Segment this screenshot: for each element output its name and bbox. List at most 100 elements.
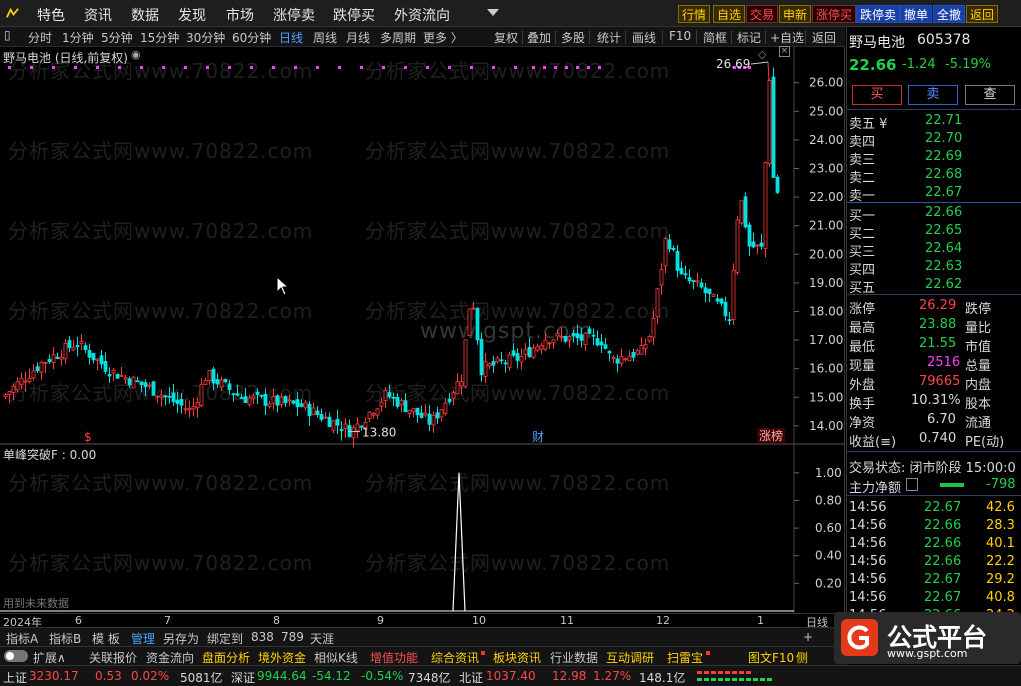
checkbox[interactable] [906,478,918,491]
period-daily[interactable]: 日线 [279,29,303,46]
chart-svg[interactable]: 14.00 15.00 16.00 17.00 18.00 19.00 20.00 21.00… [0,47,845,613]
index-label[interactable]: 上证 [3,669,27,686]
menu-item[interactable]: 涨停卖 [273,5,315,25]
close-icon[interactable]: × [779,46,790,57]
ext-premium[interactable]: 增值功能 [370,649,418,666]
watchlist-button[interactable]: 自选 [713,5,746,23]
menu-item[interactable]: 跌停买 [333,5,375,25]
tab-789[interactable]: 789 [281,630,304,644]
bid-row[interactable]: 买一 22.66 [847,204,1021,224]
ext-market-analysis[interactable]: 盘面分析 [202,649,250,666]
menu-item[interactable]: 数据 [131,5,159,25]
stat-row[interactable]: 外盘 79665 内盘 [847,373,1021,393]
trade-button[interactable]: 交易 [746,5,779,23]
ext-sector-news[interactable]: 板块资讯 [493,649,541,666]
ask-row[interactable]: 卖一 22.67 [847,184,1021,204]
ext-interaction[interactable]: 互动调研 [606,649,654,666]
period-intraday[interactable]: 分时 [28,29,52,46]
period-1min[interactable]: 1分钟 [62,29,94,46]
tab-indicator-a[interactable]: 指标A [6,630,38,647]
ask-row[interactable]: 卖二 22.68 [847,166,1021,186]
buy-button[interactable]: 买 [852,85,902,105]
period-15min[interactable]: 15分钟 [140,29,179,46]
stat-row[interactable]: 最低 21.55 市值 [847,335,1021,355]
tick-row[interactable]: 14:56 22.66 28.3 [847,517,1021,535]
index-label[interactable]: 北证 [459,669,483,686]
tool-frame[interactable]: 简框 [703,29,727,46]
tick-row[interactable]: 14:56 22.67 42.6 [847,499,1021,517]
tool-back[interactable]: 返回 [812,29,836,46]
tab-indicator-b[interactable]: 指标B [49,630,81,647]
period-30min[interactable]: 30分钟 [186,29,225,46]
tab-save-as[interactable]: 另存为 [163,630,199,647]
period-monthly[interactable]: 月线 [346,29,370,46]
back-button[interactable]: 返回 [966,5,999,23]
ext-fund-flow[interactable]: 资金流向 [146,649,194,666]
tool-overlay[interactable]: 叠加 [527,29,551,46]
menu-item[interactable]: 市场 [226,5,254,25]
stat-row[interactable]: 最高 23.88 量比 [847,316,1021,336]
tool-draw[interactable]: 画线 [632,29,656,46]
tick-row[interactable]: 14:56 22.66 40.1 [847,535,1021,553]
tool-multi-stock[interactable]: 多股 [561,29,585,46]
period-multi[interactable]: 多周期 [380,29,416,46]
chart-icon[interactable]: ▯ [4,28,11,42]
ext-industry-data[interactable]: 行业数据 [550,649,598,666]
bid-row[interactable]: 买四 22.63 [847,258,1021,278]
ext-foreign-funds[interactable]: 境外资金 [258,649,306,666]
ext-side[interactable]: 侧 [796,649,808,666]
tool-mark[interactable]: 标记 [737,29,761,46]
stat-row[interactable]: 涨停 26.29 跌停 [847,297,1021,317]
bid-row[interactable]: 买三 22.64 [847,240,1021,260]
tab-manage[interactable]: 管理 [131,630,155,647]
tool-add-watch[interactable]: +自选 [770,29,804,46]
tool-adjust[interactable]: 复权 [494,29,518,46]
ext-toggle[interactable]: 扩展∧ [33,649,66,666]
period-60min[interactable]: 60分钟 [232,29,271,46]
sell-button[interactable]: 卖 [908,85,958,105]
period-more[interactable]: 更多 〉 [423,29,463,46]
ext-mine-scan[interactable]: 扫雷宝 [667,649,703,666]
stat-row[interactable]: 现量 2516 总量 [847,354,1021,374]
ext-news[interactable]: 综合资讯 [431,649,479,666]
bid-row[interactable]: 买五 22.62 [847,276,1021,296]
ask-row[interactable]: 卖四 22.70 [847,130,1021,150]
menu-item[interactable]: 资讯 [84,5,112,25]
toggle-switch[interactable] [4,650,28,662]
tick-row[interactable]: 14:56 22.67 29.2 [847,571,1021,589]
app-logo-icon[interactable] [5,6,20,21]
ask-row[interactable]: 卖五 ¥22.71 [847,112,1021,132]
add-icon[interactable]: + [803,630,813,644]
ext-f10[interactable]: 图文F10 [748,649,794,666]
hq-button[interactable]: 行情 [678,5,711,23]
tick-row[interactable]: 14:56 22.67 40.8 [847,589,1021,607]
tab-838[interactable]: 838 [251,630,274,644]
period-5min[interactable]: 5分钟 [101,29,133,46]
ext-similar-k[interactable]: 相似K线 [314,649,358,666]
ext-related-quote[interactable]: 关联报价 [89,649,137,666]
tab-bind-to[interactable]: 绑定到 [207,630,243,647]
query-button[interactable]: 查 [965,85,1015,105]
cancel-order-button[interactable]: 撤单 [900,5,933,23]
stat-row[interactable]: 净资 6.70 流通 [847,411,1021,431]
ask-row[interactable]: 卖三 22.69 [847,148,1021,168]
bid-row[interactable]: 买二 22.65 [847,222,1021,242]
stat-row[interactable]: 换手 10.31% 股本 [847,392,1021,412]
chart-area[interactable]: 分析家公式网www.70822.com 分析家公式网www.70822.com … [0,46,845,613]
stat-row[interactable]: 收益(≡) 0.740 PE(动) [847,430,1021,450]
limit-up-buy-button[interactable]: 涨停买 [812,5,857,23]
tick-row[interactable]: 14:56 22.66 22.2 [847,553,1021,571]
chevron-down-icon[interactable] [487,9,499,16]
tab-template[interactable]: 模 板 [92,630,120,647]
apply-new-button[interactable]: 申新 [779,5,812,23]
menu-item[interactable]: 特色 [37,5,65,25]
period-weekly[interactable]: 周线 [313,29,337,46]
menu-item[interactable]: 发现 [178,5,206,25]
diamond-icon[interactable]: ◇ [758,48,766,61]
index-label[interactable]: 深证 [231,669,255,686]
tool-stats[interactable]: 统计 [597,29,621,46]
menu-item[interactable]: 外资流向 [394,5,450,25]
cancel-all-button[interactable]: 全撤 [933,5,966,23]
tab-tianya[interactable]: 天涯 [310,630,334,647]
tool-f10[interactable]: F10 [669,29,691,43]
